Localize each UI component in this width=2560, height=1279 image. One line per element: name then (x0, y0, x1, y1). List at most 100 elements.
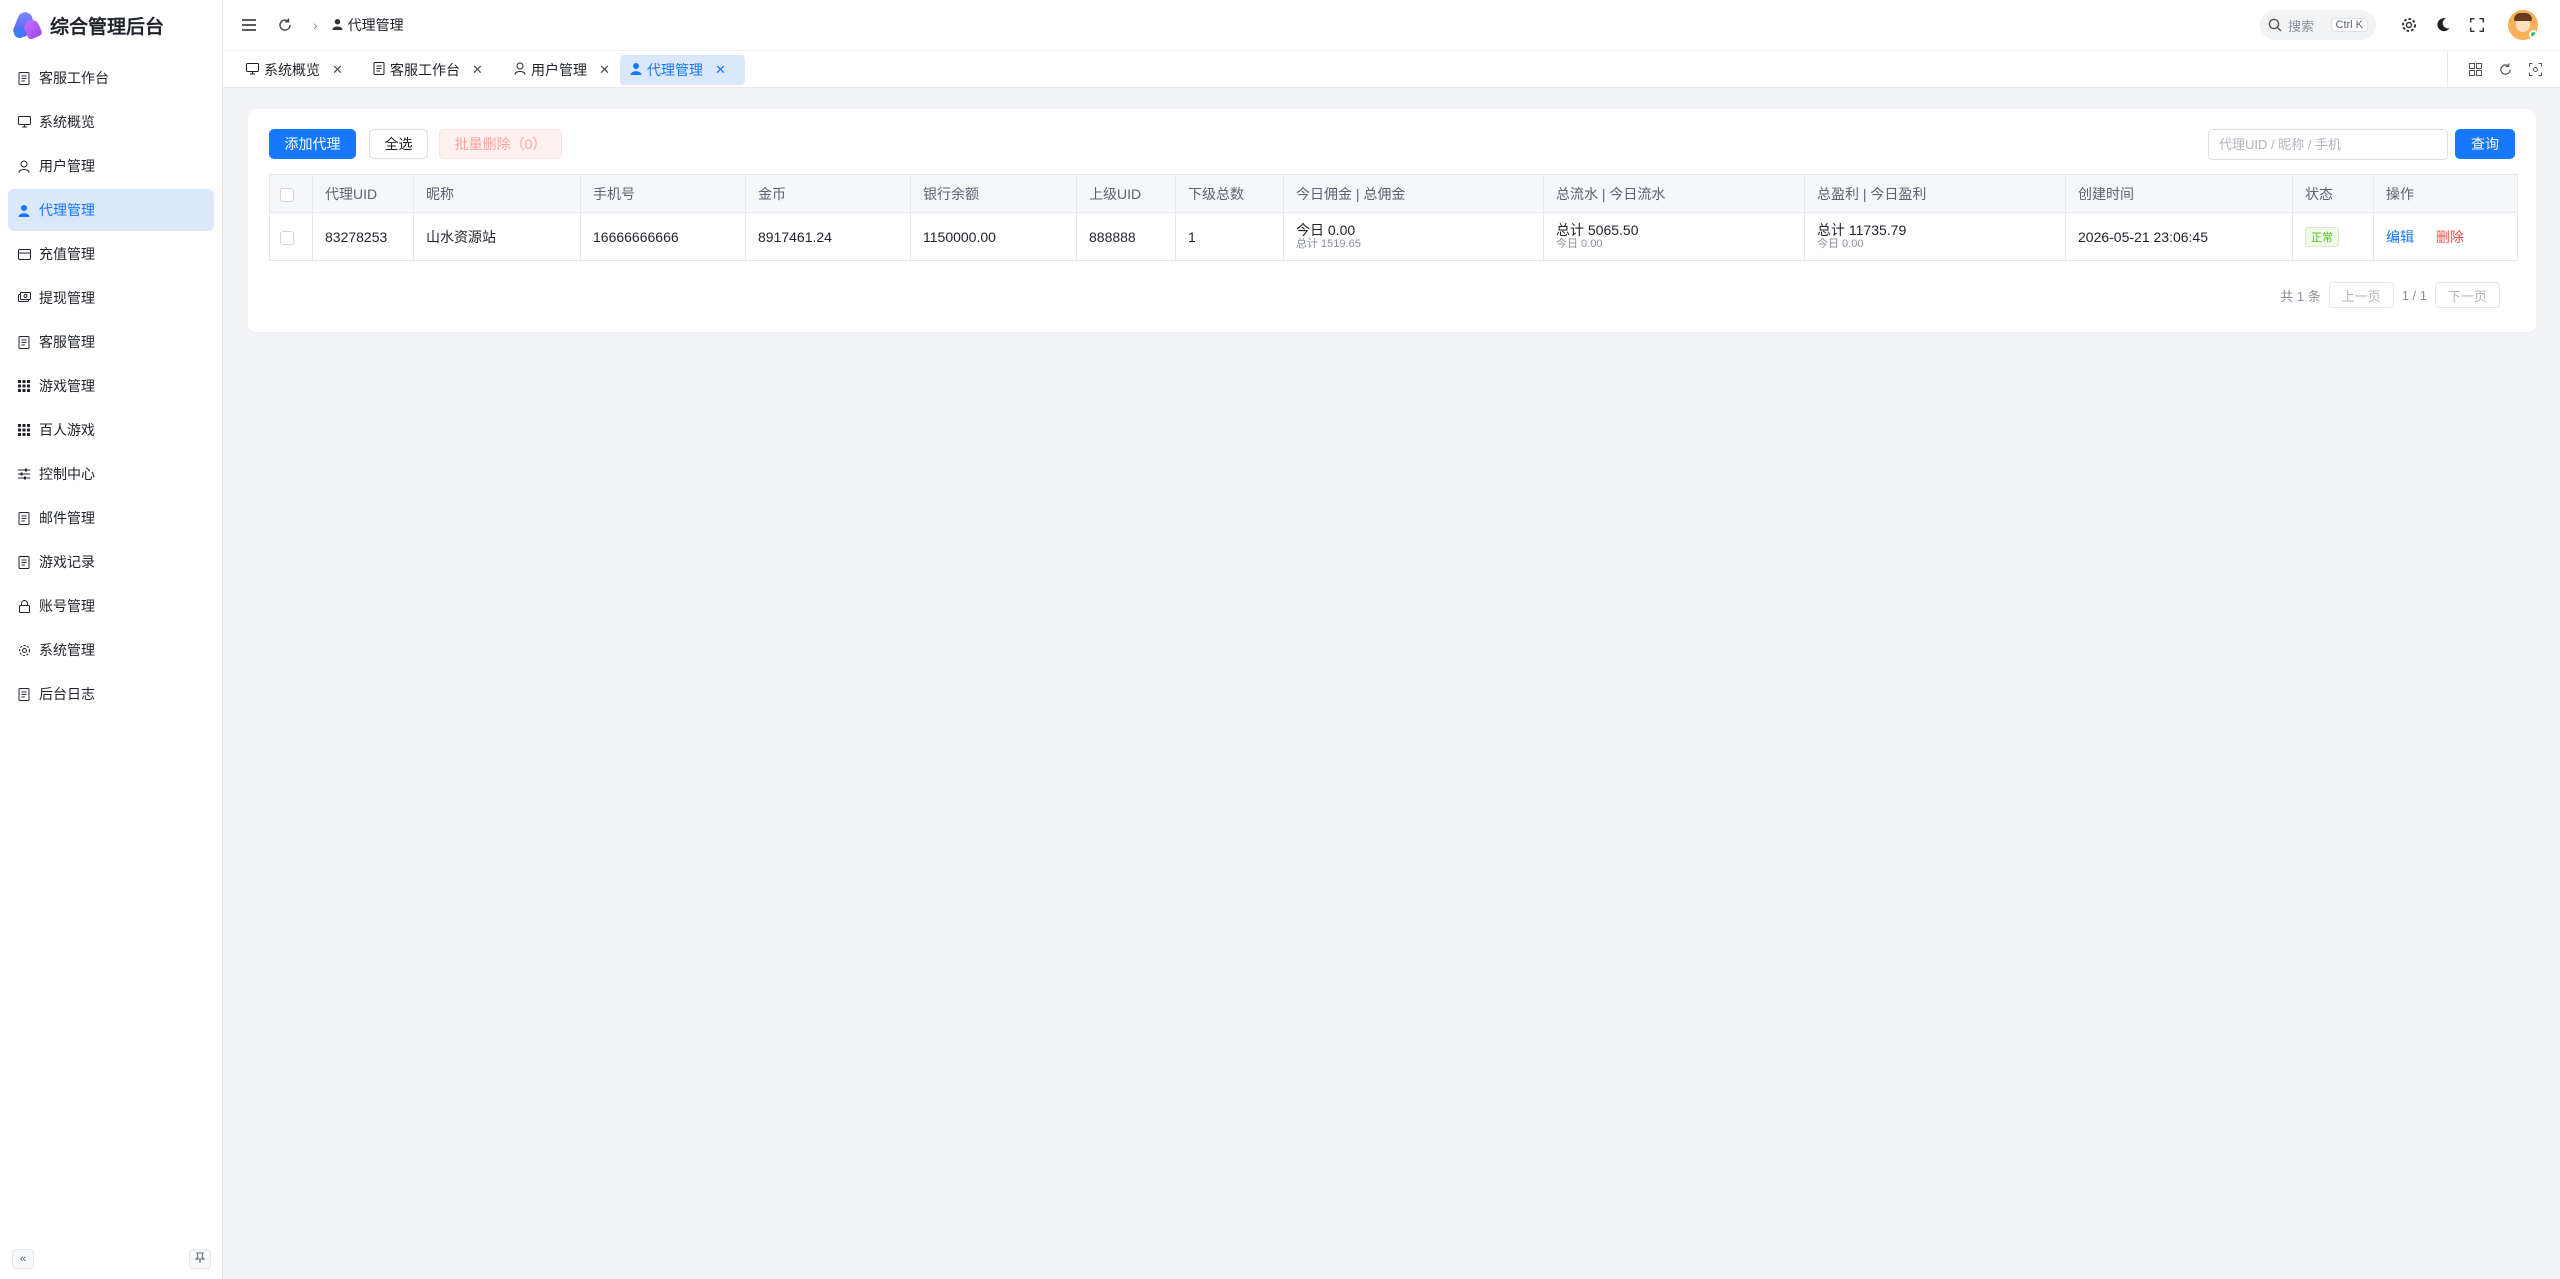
row-checkbox[interactable] (280, 230, 294, 245)
user-solid-icon (630, 62, 642, 78)
menu-toggle-icon[interactable] (239, 15, 259, 35)
tab-label: 代理管理 (647, 62, 703, 78)
prev-page-button[interactable]: 上一页 (2328, 282, 2394, 308)
sidebar-item-games[interactable]: 游戏管理 (8, 365, 214, 407)
settings-gear-icon[interactable] (2399, 15, 2419, 35)
sidebar-item-label: 后台日志 (39, 686, 95, 702)
close-icon[interactable]: ✕ (472, 62, 483, 78)
commission-total: 总计 1519.65 (1296, 238, 1361, 250)
cell-children-count: 1 (1175, 212, 1284, 261)
column-header: 昵称 (413, 174, 581, 213)
sidebar-item-system[interactable]: 系统管理 (8, 629, 214, 671)
card-icon (17, 247, 31, 261)
sidebar-item-label: 系统概览 (39, 114, 95, 130)
close-icon[interactable]: ✕ (599, 62, 610, 78)
sidebar-item-service-workbench[interactable]: 客服工作台 (8, 57, 214, 99)
document-icon (17, 335, 31, 349)
sidebar-footer: « (0, 1239, 222, 1279)
document-icon (17, 687, 31, 701)
profit-total: 总计 11735.79 (1817, 222, 1907, 238)
search-shortcut: Ctrl K (2330, 18, 2368, 32)
user-icon (17, 159, 31, 173)
delete-link[interactable]: 删除 (2436, 229, 2464, 245)
column-header: 下级总数 (1175, 174, 1284, 213)
fullscreen-icon[interactable] (2467, 15, 2487, 35)
sidebar-item-recharge[interactable]: 充值管理 (8, 233, 214, 275)
sidebar-item-label: 账号管理 (39, 598, 95, 614)
monitor-icon (17, 115, 31, 129)
tab-agent-management[interactable]: 代理管理 ✕ (620, 55, 745, 85)
user-avatar[interactable] (2508, 10, 2538, 40)
cell-uid: 83278253 (312, 212, 414, 261)
sliders-icon (17, 467, 31, 481)
document-icon (373, 62, 385, 78)
flow-today: 今日 0.00 (1556, 238, 1603, 250)
sidebar-item-control-center[interactable]: 控制中心 (8, 453, 214, 495)
tab-service-workbench[interactable]: 客服工作台 ✕ (363, 55, 493, 85)
sidebar-item-hundred-games[interactable]: 百人游戏 (8, 409, 214, 451)
tab-bar-actions (2447, 51, 2560, 87)
breadcrumb-current: 代理管理 (347, 17, 404, 33)
batch-delete-button[interactable]: 批量删除（0） (439, 129, 562, 159)
sidebar: 综合管理后台 客服工作台 系统概览 用户管理 代理管理 充值管理 提现管理 客服… (0, 0, 223, 1279)
tab-user-management[interactable]: 用户管理 ✕ (504, 55, 620, 85)
online-status-dot (2529, 30, 2538, 39)
pin-sidebar-button[interactable] (189, 1249, 211, 1269)
search-icon (2268, 18, 2282, 32)
double-chevron-left-icon: « (19, 1253, 27, 1265)
sidebar-item-agents[interactable]: 代理管理 (8, 189, 214, 231)
layout-grid-icon[interactable] (2466, 59, 2484, 79)
add-agent-button[interactable]: 添加代理 (269, 129, 356, 159)
row-checkbox-cell[interactable] (269, 212, 313, 261)
cell-coins: 8917461.24 (745, 212, 911, 261)
refresh-icon[interactable] (2496, 59, 2514, 79)
dark-mode-moon-icon[interactable] (2433, 15, 2453, 35)
edit-link[interactable]: 编辑 (2386, 229, 2414, 245)
table-header-row: 代理UID 昵称 手机号 金币 银行余额 上级UID 下级总数 今日佣金 | 总… (269, 174, 2518, 213)
column-header: 创建时间 (2065, 174, 2293, 213)
header-checkbox-cell[interactable] (269, 174, 313, 213)
tab-label: 客服工作台 (390, 62, 460, 78)
user-solid-icon (17, 203, 31, 217)
commission-today: 今日 0.00 (1296, 222, 1356, 238)
refresh-icon[interactable] (275, 15, 295, 35)
search-label: 搜索 (2288, 18, 2315, 34)
cell-bank-balance: 1150000.00 (910, 212, 1077, 261)
cell-parent-uid: 888888 (1076, 212, 1176, 261)
monitor-icon (246, 62, 259, 78)
top-header: › 代理管理 搜索 Ctrl K (223, 0, 2560, 50)
sidebar-item-label: 提现管理 (39, 290, 95, 306)
screenshot-scan-icon[interactable] (2526, 59, 2544, 79)
sidebar-item-mail[interactable]: 邮件管理 (8, 497, 214, 539)
column-header: 总盈利 | 今日盈利 (1804, 174, 2066, 213)
next-page-button[interactable]: 下一页 (2434, 282, 2500, 308)
sidebar-item-service-management[interactable]: 客服管理 (8, 321, 214, 363)
tab-system-overview[interactable]: 系统概览 ✕ (236, 55, 353, 85)
cell-actions: 编辑 删除 (2373, 212, 2518, 261)
tab-label: 用户管理 (531, 62, 587, 78)
sidebar-item-logs[interactable]: 后台日志 (8, 673, 214, 715)
sidebar-item-users[interactable]: 用户管理 (8, 145, 214, 187)
agent-search-input[interactable] (2208, 129, 2448, 160)
chevron-right-icon: › (313, 17, 318, 33)
profit-today: 今日 0.00 (1817, 238, 1864, 250)
sidebar-item-label: 游戏管理 (39, 378, 95, 394)
sidebar-item-withdraw[interactable]: 提现管理 (8, 277, 214, 319)
select-all-checkbox[interactable] (280, 187, 294, 202)
close-icon[interactable]: ✕ (715, 62, 726, 78)
global-search[interactable]: 搜索 Ctrl K (2260, 10, 2376, 40)
close-icon[interactable]: ✕ (332, 62, 343, 78)
sidebar-item-label: 代理管理 (39, 202, 95, 218)
column-header: 金币 (745, 174, 911, 213)
sidebar-item-accounts[interactable]: 账号管理 (8, 585, 214, 627)
header-actions: 搜索 Ctrl K (2260, 10, 2538, 40)
collapse-sidebar-button[interactable]: « (12, 1249, 34, 1269)
sidebar-item-label: 控制中心 (39, 466, 95, 482)
sidebar-item-overview[interactable]: 系统概览 (8, 101, 214, 143)
pin-icon (194, 1252, 206, 1266)
app-logo[interactable]: 综合管理后台 (0, 0, 222, 50)
select-all-button[interactable]: 全选 (369, 129, 428, 159)
sidebar-item-game-records[interactable]: 游戏记录 (8, 541, 214, 583)
sidebar-item-label: 游戏记录 (39, 554, 95, 570)
query-button[interactable]: 查询 (2455, 129, 2515, 159)
